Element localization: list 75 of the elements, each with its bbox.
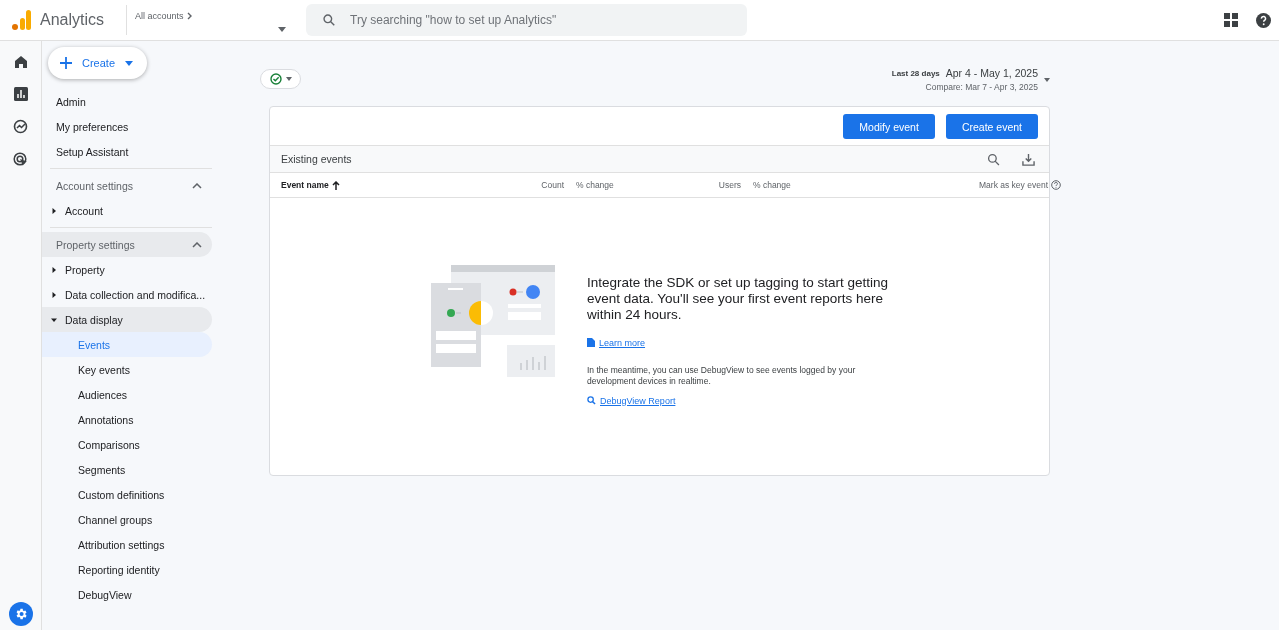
help-icon[interactable] — [1051, 180, 1061, 190]
column-header: Users — [717, 180, 741, 190]
logo-icon — [12, 9, 32, 31]
search-field[interactable]: Try searching "how to set up Analytics" — [306, 4, 748, 36]
debugview-report-link[interactable]: DebugView Report — [587, 395, 676, 406]
nav-link[interactable]: Admin — [42, 89, 212, 114]
apps-grid-icon[interactable] — [1224, 13, 1238, 27]
nav-item[interactable]: DebugView — [42, 582, 212, 607]
download-icon[interactable] — [1022, 152, 1035, 166]
home-icon[interactable] — [13, 55, 28, 69]
nav-item[interactable]: Reporting identity — [42, 557, 212, 582]
date-preset: Last 28 days — [891, 68, 940, 78]
nav-link[interactable]: Setup Assistant — [42, 139, 212, 164]
nav-group-label: Property — [65, 263, 105, 276]
settings-button[interactable] — [8, 602, 33, 626]
nav-item[interactable]: Events — [42, 332, 212, 357]
document-icon — [587, 338, 595, 347]
nav-group[interactable]: Account — [42, 198, 212, 223]
section-header[interactable]: Account settings — [42, 173, 212, 198]
target-cursor-icon[interactable] — [13, 152, 28, 167]
chevron-icon[interactable] — [192, 241, 202, 248]
nav-group[interactable]: Property — [42, 257, 212, 282]
nav-group[interactable]: Data display — [42, 307, 212, 332]
nav-item[interactable]: Attribution settings — [42, 532, 212, 557]
compare-range: Compare: Mar 7 - Apr 3, 2025 — [925, 82, 1038, 92]
nav-item[interactable]: Channel groups — [42, 507, 212, 532]
sort-up-icon — [331, 180, 340, 190]
nav-group-label: Account — [65, 204, 103, 217]
caret-icon — [125, 60, 134, 66]
column-header: Count — [540, 180, 564, 190]
empty-state-message: Integrate the SDK or set up tagging to start getting event data. You'll see your first event reports here within 24 hours. — [587, 275, 889, 323]
chevron-right-icon — [186, 12, 193, 20]
section-title: Property settings — [56, 238, 135, 251]
table-title: Existing events — [281, 153, 352, 165]
column-header: % change — [752, 180, 792, 190]
caret-icon — [51, 266, 57, 273]
search-icon — [322, 13, 337, 27]
primary-button[interactable]: Create event — [945, 114, 1038, 139]
primary-button[interactable]: Modify event — [843, 114, 935, 139]
section-title: Account settings — [56, 179, 134, 192]
caret-icon — [278, 27, 287, 32]
column-header[interactable]: Event name — [281, 180, 521, 190]
nav-item[interactable]: Custom definitions — [42, 482, 212, 507]
trend-icon[interactable] — [13, 119, 28, 134]
create-button[interactable]: Create — [48, 47, 147, 79]
learn-more-link[interactable]: Learn more — [587, 337, 646, 348]
section-header[interactable]: Property settings — [42, 232, 212, 257]
account-selector[interactable]: All accounts — [126, 5, 295, 35]
nav-group-label: Data display — [65, 313, 123, 326]
nav-item[interactable]: Annotations — [42, 407, 212, 432]
caret-icon[interactable] — [1044, 77, 1050, 82]
help-icon[interactable] — [1256, 12, 1271, 28]
column-header: % change — [575, 180, 615, 190]
nav-item[interactable]: Comparisons — [42, 432, 212, 457]
plus-icon — [60, 57, 72, 69]
nav-group[interactable]: Data collection and modifica... — [42, 282, 212, 307]
product-name: Analytics — [40, 11, 105, 29]
bar-chart-icon[interactable] — [13, 87, 28, 101]
debugview-note: In the meantime, you can use DebugView to see events logged by your development devices in realtime. — [587, 365, 857, 387]
caret-icon — [51, 291, 57, 298]
caret-icon — [285, 77, 292, 81]
caret-icon — [51, 316, 57, 323]
nav-item[interactable]: Key events — [42, 357, 212, 382]
status-filter-button[interactable] — [260, 69, 301, 89]
date-range[interactable]: Apr 4 - May 1, 2025 — [945, 67, 1038, 79]
nav-group-label: Data collection and modifica... — [65, 288, 206, 301]
search-icon[interactable] — [987, 152, 1000, 166]
check-circle-icon — [269, 73, 282, 85]
nav-item[interactable]: Audiences — [42, 382, 212, 407]
nav-item[interactable]: Segments — [42, 457, 212, 482]
chevron-icon[interactable] — [192, 182, 202, 189]
caret-icon — [51, 207, 57, 214]
column-header: Mark as key event — [831, 180, 1061, 190]
nav-link[interactable]: My preferences — [42, 114, 212, 139]
search-icon — [587, 396, 596, 405]
